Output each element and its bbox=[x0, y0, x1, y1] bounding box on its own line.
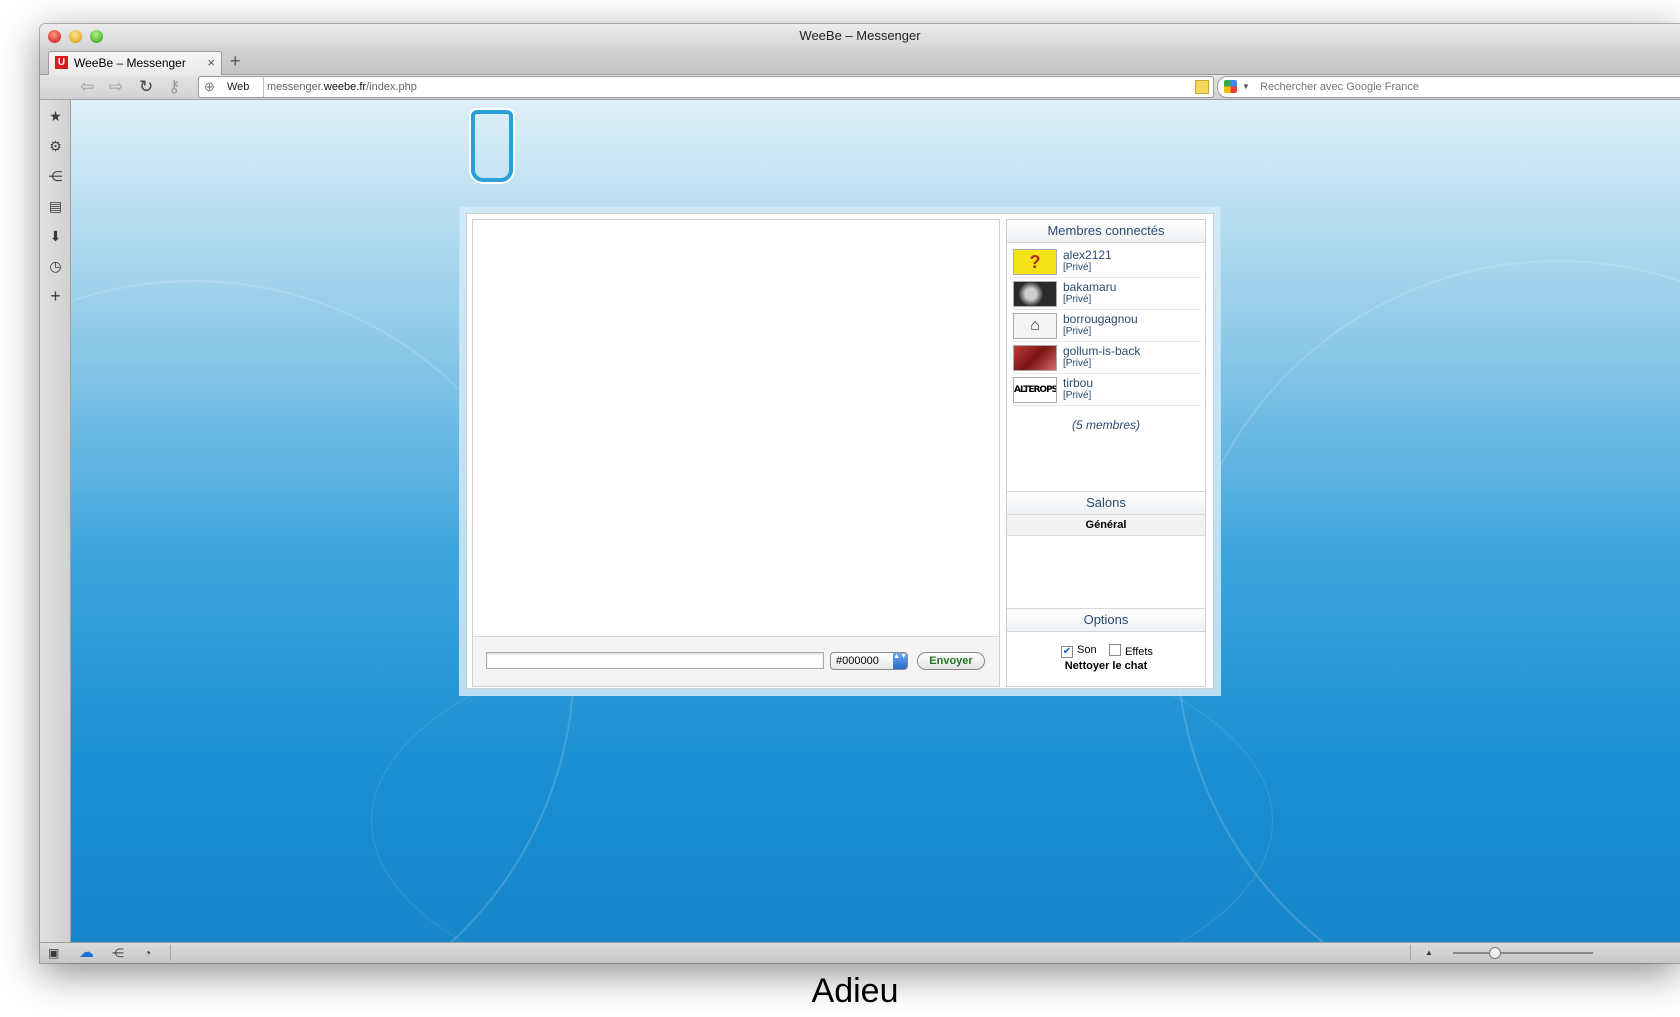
member-item[interactable]: ⌂ borrougagnou [Privé] bbox=[1013, 310, 1201, 342]
browser-sidebar: ★ ⚙ ⋲ ▤ ⬇ ◷ + bbox=[40, 100, 71, 943]
tab-bar: U WeeBe – Messenger × + bbox=[40, 48, 1680, 75]
gear-icon[interactable]: ⚙ bbox=[48, 139, 63, 154]
messenger-logo: messenger bbox=[471, 110, 741, 263]
effects-checkbox[interactable] bbox=[1109, 644, 1121, 656]
weebe-favicon-icon: U bbox=[55, 56, 68, 69]
address-badge[interactable]: Web bbox=[221, 77, 264, 97]
chat-panel: #000000 ▲▼ Envoyer Membres connectés ? a… bbox=[466, 213, 1214, 689]
note-icon[interactable] bbox=[1195, 80, 1209, 94]
private-link[interactable]: [Privé] bbox=[1063, 294, 1091, 305]
chat-container: #000000 ▲▼ Envoyer Membres connectés ? a… bbox=[459, 206, 1221, 696]
message-log[interactable] bbox=[473, 220, 999, 636]
chat-sidebar: Membres connectés ? alex2121 [Privé] bak… bbox=[1006, 219, 1206, 687]
search-placeholder: Rechercher avec Google France bbox=[1260, 81, 1419, 93]
forward-button[interactable]: ⇨ bbox=[109, 76, 123, 98]
tab-close-icon[interactable]: × bbox=[207, 52, 215, 74]
avatar[interactable]: ⌂ bbox=[1013, 313, 1057, 339]
room-item-general[interactable]: Général bbox=[1007, 515, 1205, 536]
title-bar: WeeBe – Messenger bbox=[40, 24, 1680, 48]
caption-text: Adieu bbox=[811, 972, 899, 1010]
tab-weebe-messenger[interactable]: U WeeBe – Messenger × bbox=[48, 51, 222, 75]
zoom-slider[interactable] bbox=[1453, 952, 1593, 954]
sound-checkbox[interactable]: ✔ bbox=[1061, 646, 1073, 658]
address-bar[interactable]: ⊕ Web messenger.weebe.fr/index.php bbox=[198, 76, 1214, 98]
search-field[interactable]: ▼ Rechercher avec Google France bbox=[1217, 76, 1680, 98]
speed-dial-icon[interactable]: ◔ bbox=[144, 945, 151, 961]
window-title: WeeBe – Messenger bbox=[799, 28, 921, 43]
member-item[interactable]: ? alex2121 [Privé] bbox=[1013, 246, 1201, 278]
sound-option[interactable]: ✔ Son bbox=[1061, 644, 1097, 658]
member-name[interactable]: bakamaru bbox=[1063, 280, 1116, 294]
avatar[interactable] bbox=[1013, 281, 1057, 307]
member-name[interactable]: alex2121 bbox=[1063, 248, 1112, 262]
page-content: messenger #000000 ▲▼ Envoyer Mem bbox=[71, 100, 1680, 943]
private-link[interactable]: [Privé] bbox=[1063, 390, 1091, 401]
options-heading: Options bbox=[1007, 609, 1205, 632]
reload-button[interactable]: ↻ bbox=[139, 76, 153, 98]
rooms-heading: Salons bbox=[1007, 492, 1205, 515]
clear-chat-link[interactable]: Nettoyer le chat bbox=[1007, 660, 1205, 672]
share-icon[interactable]: ⋲ bbox=[48, 169, 63, 184]
avatar[interactable]: ? bbox=[1013, 249, 1057, 275]
status-divider bbox=[170, 945, 171, 961]
status-divider bbox=[1410, 945, 1411, 961]
private-link[interactable]: [Privé] bbox=[1063, 326, 1091, 337]
private-link[interactable]: [Privé] bbox=[1063, 262, 1091, 273]
cloud-icon[interactable]: ☁ bbox=[79, 945, 94, 961]
avatar[interactable] bbox=[1013, 345, 1057, 371]
member-name[interactable]: gollum-is-back bbox=[1063, 344, 1140, 358]
logo-emblem bbox=[471, 110, 513, 182]
color-value: #000000 bbox=[836, 655, 879, 667]
member-item[interactable]: ALTEROPS tirbou [Privé] bbox=[1013, 374, 1201, 406]
message-compose-bar: #000000 ▲▼ Envoyer bbox=[473, 636, 999, 686]
member-name[interactable]: borrougagnou bbox=[1063, 312, 1138, 326]
send-button[interactable]: Envoyer bbox=[917, 652, 985, 670]
color-select[interactable]: #000000 ▲▼ bbox=[830, 652, 908, 670]
member-item[interactable]: gollum-is-back [Privé] bbox=[1013, 342, 1201, 374]
history-icon[interactable]: ◷ bbox=[48, 259, 63, 274]
minimize-window-button[interactable] bbox=[69, 30, 82, 43]
back-button[interactable]: ⇦ bbox=[80, 76, 94, 98]
globe-icon: ⊕ bbox=[204, 79, 215, 94]
panel-toggle-icon[interactable]: ▣ bbox=[48, 945, 59, 961]
close-window-button[interactable] bbox=[48, 30, 61, 43]
star-icon[interactable]: ★ bbox=[48, 109, 63, 124]
google-icon[interactable] bbox=[1224, 80, 1237, 93]
member-item[interactable]: bakamaru [Privé] bbox=[1013, 278, 1201, 310]
private-link[interactable]: [Privé] bbox=[1063, 358, 1091, 369]
tab-title: WeeBe – Messenger bbox=[74, 56, 186, 70]
share-status-icon[interactable]: ⋲ bbox=[112, 945, 124, 961]
message-area: #000000 ▲▼ Envoyer bbox=[472, 219, 1000, 687]
key-icon[interactable]: ⚷ bbox=[168, 76, 180, 98]
download-icon[interactable]: ⬇ bbox=[48, 229, 63, 244]
effects-label: Effets bbox=[1125, 646, 1153, 658]
select-arrows-icon: ▲▼ bbox=[893, 653, 907, 669]
members-heading: Membres connectés bbox=[1007, 220, 1205, 243]
navigation-toolbar: ⇦ ⇨ ↻ ⚷ ⊕ Web messenger.weebe.fr/index.p… bbox=[40, 75, 1680, 100]
add-panel-icon[interactable]: + bbox=[48, 287, 63, 305]
browser-window: WeeBe – Messenger U WeeBe – Messenger × … bbox=[40, 24, 1680, 963]
chevron-down-icon[interactable]: ▼ bbox=[1242, 77, 1250, 97]
status-bar: ▣ ☁ ⋲ ◔ ▲ bbox=[40, 942, 1680, 963]
zoom-up-icon[interactable]: ▲ bbox=[1425, 945, 1433, 961]
members-count: (5 membres) bbox=[1071, 418, 1140, 432]
zoom-slider-handle[interactable] bbox=[1489, 947, 1501, 959]
notes-icon[interactable]: ▤ bbox=[48, 199, 63, 214]
avatar[interactable]: ALTEROPS bbox=[1013, 377, 1057, 403]
effects-option[interactable]: Effets bbox=[1109, 644, 1153, 658]
message-input[interactable] bbox=[486, 652, 824, 669]
new-tab-button[interactable]: + bbox=[230, 50, 241, 72]
sound-label: Son bbox=[1077, 644, 1097, 656]
member-name[interactable]: tirbou bbox=[1063, 376, 1093, 390]
zoom-window-button[interactable] bbox=[90, 30, 103, 43]
address-url[interactable]: messenger.weebe.fr/index.php bbox=[267, 77, 417, 97]
